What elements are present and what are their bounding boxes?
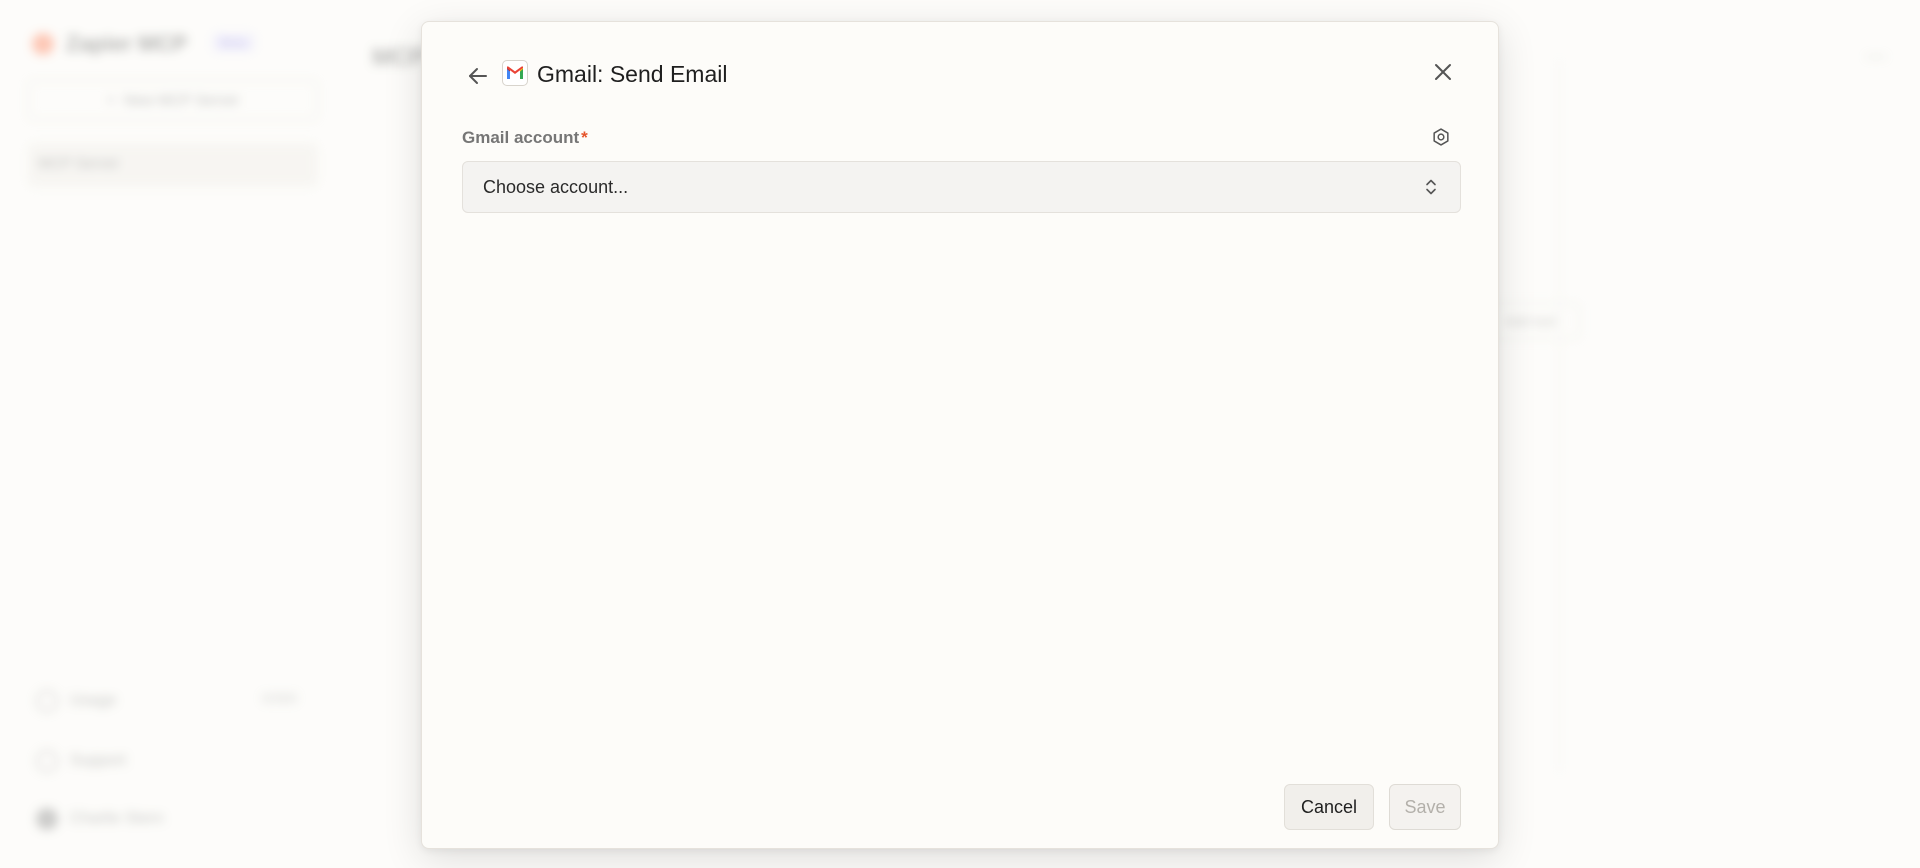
account-settings-button[interactable] bbox=[1426, 122, 1456, 152]
close-icon bbox=[1435, 64, 1451, 80]
gmail-account-label: Gmail account * bbox=[462, 128, 588, 148]
close-button[interactable] bbox=[1427, 56, 1459, 88]
gmail-account-placeholder: Choose account... bbox=[483, 176, 629, 197]
dialog-title: Gmail: Send Email bbox=[537, 61, 728, 87]
back-button[interactable] bbox=[462, 60, 494, 92]
gear-icon bbox=[1433, 128, 1449, 146]
gmail-account-label-text: Gmail account bbox=[462, 128, 580, 147]
gmail-icon bbox=[502, 60, 528, 86]
send-email-dialog: Gmail: Send Email Gmail account * Choose … bbox=[421, 21, 1499, 849]
chevron-up-down-icon bbox=[1422, 177, 1440, 197]
gmail-account-select[interactable]: Choose account... bbox=[462, 161, 1461, 213]
save-button[interactable]: Save bbox=[1389, 784, 1461, 830]
required-asterisk: * bbox=[581, 128, 588, 147]
cancel-button[interactable]: Cancel bbox=[1284, 784, 1374, 830]
arrow-left-icon bbox=[469, 68, 487, 84]
